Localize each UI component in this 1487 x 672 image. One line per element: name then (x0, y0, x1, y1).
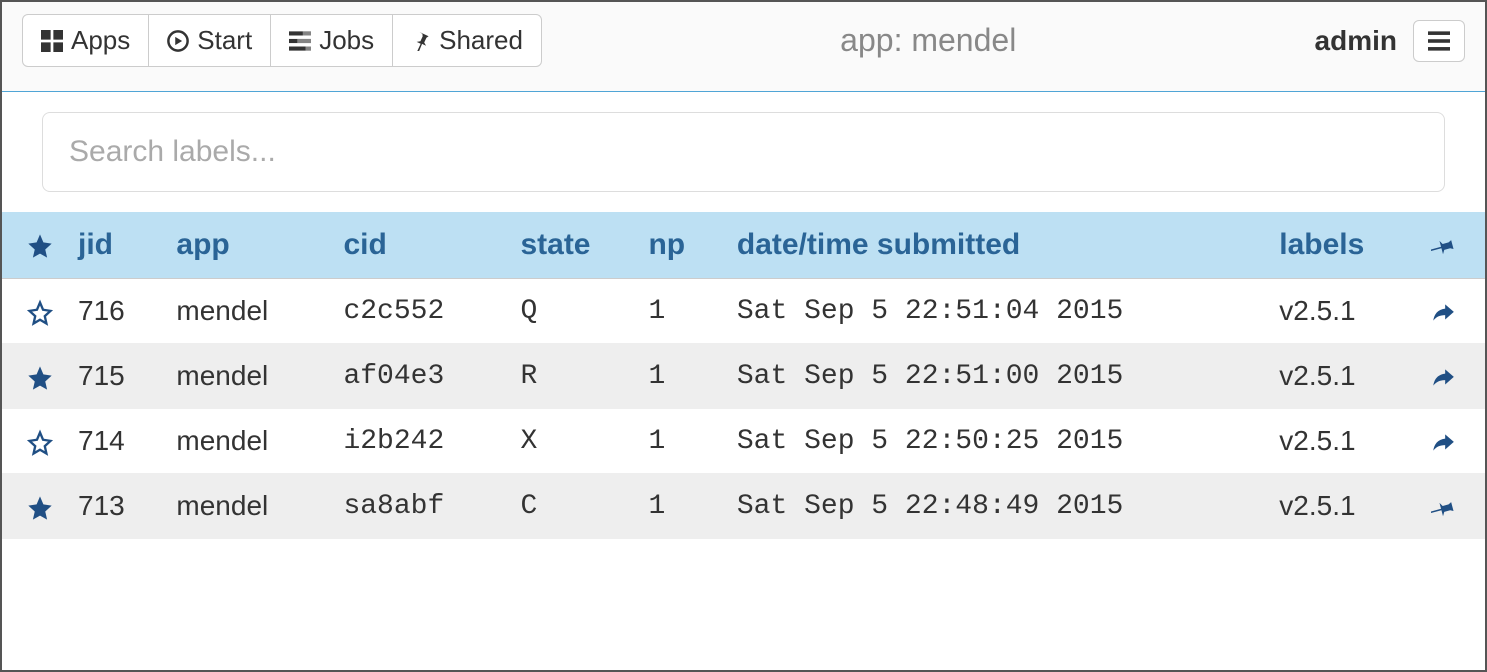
cell-state: X (508, 409, 636, 474)
star-filled-icon (26, 364, 54, 392)
cell-np: 1 (636, 474, 724, 539)
col-header-np[interactable]: np (636, 212, 724, 279)
action-cell[interactable] (1415, 279, 1485, 344)
table-row[interactable]: 714mendeli2b242X1Sat Sep 5 22:50:25 2015… (2, 409, 1485, 474)
star-cell[interactable] (2, 344, 66, 409)
star-cell[interactable] (2, 409, 66, 474)
cell-app: mendel (164, 474, 331, 539)
col-header-cid[interactable]: cid (331, 212, 508, 279)
col-header-state[interactable]: state (508, 212, 636, 279)
cell-cid: af04e3 (331, 344, 508, 409)
cell-labels: v2.5.1 (1267, 279, 1415, 344)
cell-date: Sat Sep 5 22:50:25 2015 (725, 409, 1267, 474)
table-row[interactable]: 715mendelaf04e3R1Sat Sep 5 22:51:00 2015… (2, 344, 1485, 409)
star-filled-icon (26, 494, 54, 522)
nav-button-group: Apps Start Jobs Shared (22, 14, 542, 67)
title-prefix: app: (840, 22, 911, 58)
star-outline-icon (26, 429, 54, 457)
cell-date: Sat Sep 5 22:51:00 2015 (725, 344, 1267, 409)
start-label: Start (197, 25, 252, 56)
cell-np: 1 (636, 279, 724, 344)
hamburger-icon (1428, 31, 1450, 51)
apps-label: Apps (71, 25, 130, 56)
cell-np: 1 (636, 344, 724, 409)
cell-date: Sat Sep 5 22:51:04 2015 (725, 279, 1267, 344)
search-input[interactable] (42, 112, 1445, 192)
col-header-date[interactable]: date/time submitted (725, 212, 1267, 279)
shared-label: Shared (439, 25, 523, 56)
cell-app: mendel (164, 344, 331, 409)
jobs-label: Jobs (319, 25, 374, 56)
star-outline-icon (26, 299, 54, 327)
header-toolbar: Apps Start Jobs Shared app: mendel admin (2, 2, 1485, 92)
cell-cid: i2b242 (331, 409, 508, 474)
share-icon (1429, 430, 1457, 456)
action-cell[interactable] (1415, 344, 1485, 409)
page-title: app: mendel (542, 22, 1315, 59)
menu-button[interactable] (1413, 20, 1465, 62)
cell-labels: v2.5.1 (1267, 409, 1415, 474)
cell-state: Q (508, 279, 636, 344)
cell-jid: 714 (66, 409, 164, 474)
tasks-icon (289, 30, 311, 52)
table-row[interactable]: 716mendelc2c552Q1Sat Sep 5 22:51:04 2015… (2, 279, 1485, 344)
cell-date: Sat Sep 5 22:48:49 2015 (725, 474, 1267, 539)
cell-app: mendel (164, 279, 331, 344)
table-header-row: jid app cid state np date/time submitted… (2, 212, 1485, 279)
shared-button[interactable]: Shared (392, 14, 542, 67)
star-icon (26, 232, 54, 260)
share-icon (1429, 365, 1457, 391)
jobs-button[interactable]: Jobs (270, 14, 393, 67)
cell-app: mendel (164, 409, 331, 474)
star-cell[interactable] (2, 279, 66, 344)
pushpin-icon (411, 31, 431, 51)
cell-jid: 716 (66, 279, 164, 344)
start-button[interactable]: Start (148, 14, 271, 67)
cell-labels: v2.5.1 (1267, 344, 1415, 409)
cell-jid: 713 (66, 474, 164, 539)
th-large-icon (41, 30, 63, 52)
apps-button[interactable]: Apps (22, 14, 149, 67)
col-header-star[interactable] (2, 212, 66, 279)
play-circle-icon (167, 30, 189, 52)
cell-cid: c2c552 (331, 279, 508, 344)
col-header-labels[interactable]: labels (1267, 212, 1415, 279)
pushpin-icon (1431, 233, 1457, 259)
title-value: mendel (911, 22, 1016, 58)
col-header-app[interactable]: app (164, 212, 331, 279)
cell-state: C (508, 474, 636, 539)
cell-labels: v2.5.1 (1267, 474, 1415, 539)
pushpin-icon (1431, 495, 1457, 521)
table-row[interactable]: 713mendelsa8abfC1Sat Sep 5 22:48:49 2015… (2, 474, 1485, 539)
action-cell[interactable] (1415, 409, 1485, 474)
action-cell[interactable] (1415, 474, 1485, 539)
jobs-table: jid app cid state np date/time submitted… (2, 212, 1485, 539)
cell-np: 1 (636, 409, 724, 474)
col-header-jid[interactable]: jid (66, 212, 164, 279)
star-cell[interactable] (2, 474, 66, 539)
cell-cid: sa8abf (331, 474, 508, 539)
search-container (2, 92, 1485, 212)
col-header-pin[interactable] (1415, 212, 1485, 279)
header-right: admin (1315, 20, 1465, 62)
user-label[interactable]: admin (1315, 25, 1397, 57)
share-icon (1429, 300, 1457, 326)
cell-jid: 715 (66, 344, 164, 409)
cell-state: R (508, 344, 636, 409)
